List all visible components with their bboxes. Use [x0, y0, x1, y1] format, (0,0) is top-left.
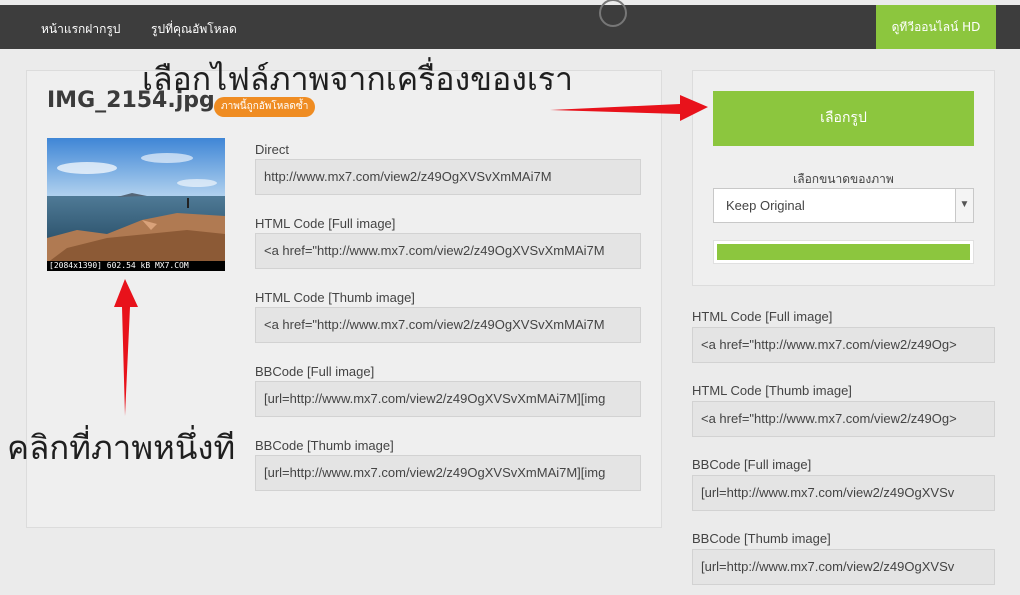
arrow-up-icon [114, 279, 138, 416]
arrow-right-icon [550, 95, 708, 121]
annotation-arrows [114, 95, 708, 416]
